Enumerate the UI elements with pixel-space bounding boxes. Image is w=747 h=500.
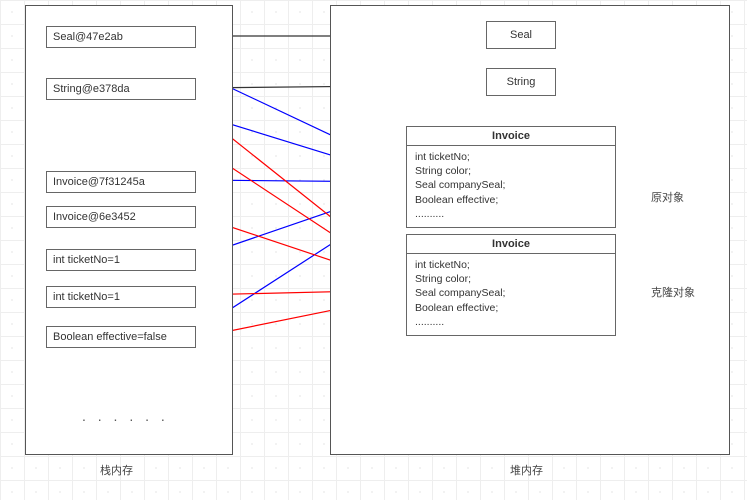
stack-ticketno1: int ticketNo=1 xyxy=(46,249,196,271)
stack-memory-container: Seal@47e2ab String@e378da Invoice@7f3124… xyxy=(25,5,233,455)
stack-seal-ref: Seal@47e2ab xyxy=(46,26,196,48)
heap-string-object: String xyxy=(486,68,556,96)
heap-label: 堆内存 xyxy=(510,462,543,478)
invoice-clone-body: int ticketNo; String color; Seal company… xyxy=(407,254,615,335)
heap-memory-container: Seal String Invoice int ticketNo; String… xyxy=(330,5,730,455)
stack-label: 栈内存 xyxy=(100,462,133,478)
diagram-canvas: Seal@47e2ab String@e378da Invoice@7f3124… xyxy=(0,0,747,500)
invoice-original-title: Invoice xyxy=(407,127,615,146)
heap-invoice-original: Invoice int ticketNo; String color; Seal… xyxy=(406,126,616,228)
stack-invoice1-ref: Invoice@7f31245a xyxy=(46,171,196,193)
stack-string-ref: String@e378da xyxy=(46,78,196,100)
stack-invoice2-ref: Invoice@6e3452 xyxy=(46,206,196,228)
invoice-original-body: int ticketNo; String color; Seal company… xyxy=(407,146,615,227)
stack-ellipsis: . . . . . . xyxy=(82,408,169,424)
invoice-clone-title: Invoice xyxy=(407,235,615,254)
stack-effective: Boolean effective=false xyxy=(46,326,196,348)
original-label: 原对象 xyxy=(651,189,684,205)
heap-seal-object: Seal xyxy=(486,21,556,49)
heap-invoice-clone: Invoice int ticketNo; String color; Seal… xyxy=(406,234,616,336)
stack-ticketno2: int ticketNo=1 xyxy=(46,286,196,308)
clone-label: 克隆对象 xyxy=(651,284,695,300)
